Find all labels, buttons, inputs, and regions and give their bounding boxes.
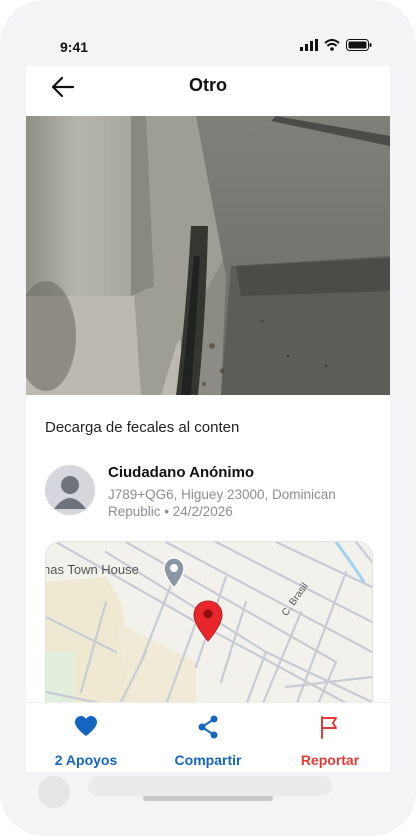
location-date: J789+QG6, Higuey 23000, Dominican Republ…	[108, 487, 336, 519]
page-title: Otro	[189, 75, 227, 95]
share-label: Compartir	[174, 752, 242, 768]
action-bar: 2 Apoyos Compartir Reportar	[26, 702, 390, 773]
report-label: Reportar	[300, 752, 360, 768]
user-icon	[54, 476, 86, 509]
phone-frame: 9:41 Otro Decarga de fecales al conten C…	[0, 0, 416, 836]
comment-input[interactable]	[88, 776, 332, 796]
author-name: Ciudadano Anónimo	[108, 464, 255, 481]
share-icon	[198, 715, 218, 739]
app-screen: 9:41 Otro Decarga de fecales al conten C…	[26, 26, 390, 810]
support-label: 2 Apoyos	[54, 752, 118, 768]
status-time: 9:41	[60, 39, 89, 55]
share-button[interactable]: Compartir	[148, 703, 268, 773]
location-pin-icon	[193, 600, 223, 642]
flag-icon	[321, 716, 337, 739]
map-poi-label: nas Town House	[45, 562, 139, 577]
wifi-icon	[324, 39, 340, 51]
report-photo[interactable]	[26, 116, 390, 395]
status-icons	[300, 39, 372, 51]
home-indicator[interactable]	[143, 796, 273, 801]
battery-icon	[346, 39, 372, 51]
heart-icon	[75, 716, 97, 736]
report-photo-image	[26, 116, 390, 395]
author-row: Ciudadano Anónimo J789+QG6, Higuey 23000…	[45, 464, 375, 520]
comment-avatar	[38, 776, 70, 808]
support-button[interactable]: 2 Apoyos	[26, 703, 146, 773]
app-bar: Otro	[26, 66, 390, 116]
status-bar: 9:41	[26, 26, 390, 66]
report-description: Decarga de fecales al conten	[45, 419, 240, 436]
bottom-area	[26, 772, 390, 810]
report-button[interactable]: Reportar	[270, 703, 390, 773]
avatar	[45, 465, 95, 515]
signal-icon	[300, 39, 318, 51]
